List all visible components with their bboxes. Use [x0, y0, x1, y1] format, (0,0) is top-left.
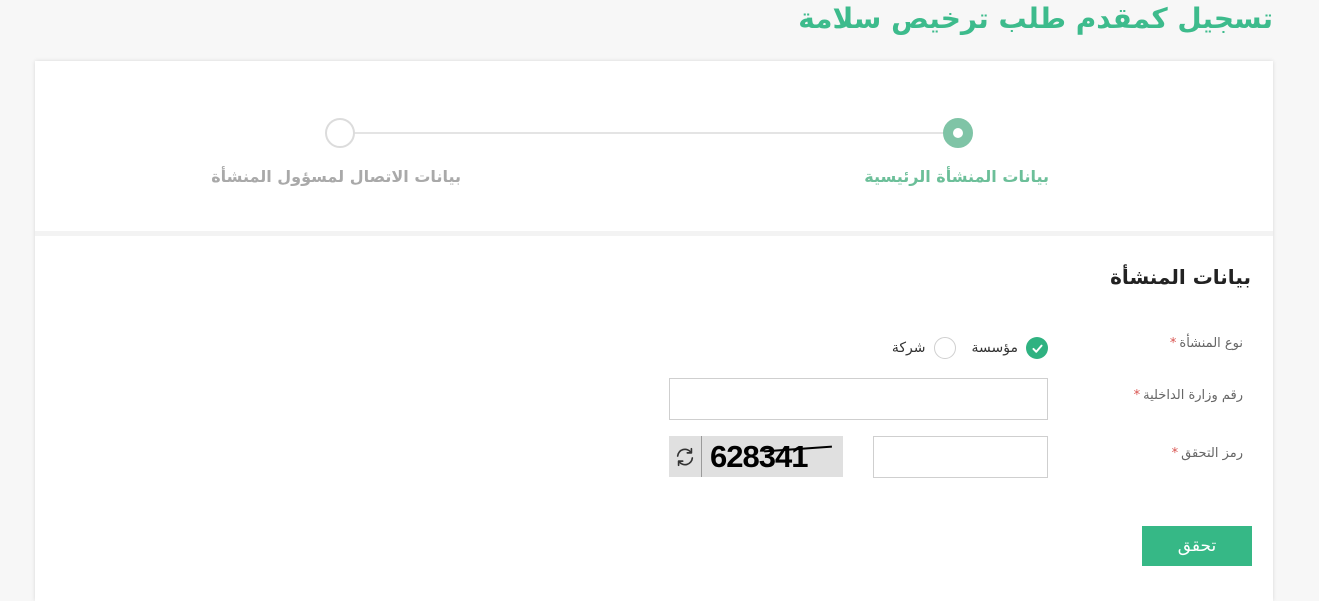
required-mark: *: [1169, 336, 1177, 351]
check-icon: [1031, 344, 1043, 353]
radio-label: شركة: [891, 340, 926, 356]
stepper: بيانات المنشأة الرئيسية بيانات الاتصال ل…: [35, 61, 1273, 236]
step-inactive-circle-icon: [325, 118, 355, 148]
facility-type-label: نوع المنشأة*: [1170, 336, 1243, 351]
radio-checked-icon[interactable]: [1026, 337, 1048, 359]
page-title: تسجيل كمقدم طلب ترخيص سلامة: [798, 2, 1273, 35]
radio-label: مؤسسة: [971, 340, 1018, 356]
radio-establishment[interactable]: مؤسسة: [972, 337, 1048, 359]
section-title: بيانات المنشأة: [1110, 265, 1251, 289]
moi-number-input[interactable]: [669, 378, 1048, 420]
facility-type-label-text: نوع المنشأة: [1179, 336, 1243, 351]
captcha-input[interactable]: [873, 436, 1048, 478]
moi-number-label: رقم وزارة الداخلية*: [1134, 388, 1243, 403]
step-active-circle-icon: [943, 118, 973, 148]
step-label: بيانات الاتصال لمسؤول المنشأة: [211, 167, 461, 186]
registration-card: بيانات المنشأة الرئيسية بيانات الاتصال ل…: [35, 61, 1273, 601]
step-label: بيانات المنشأة الرئيسية: [864, 167, 1049, 186]
radio-unchecked-icon[interactable]: [933, 337, 956, 359]
captcha-label: رمز التحقق*: [1172, 446, 1243, 461]
verify-button[interactable]: تحقق: [1142, 526, 1252, 566]
captcha-code: 628341: [702, 436, 843, 477]
facility-type-radio-group: مؤسسة شركة: [876, 337, 1048, 359]
required-mark: *: [1171, 446, 1179, 461]
moi-number-label-text: رقم وزارة الداخلية: [1143, 388, 1243, 403]
refresh-icon[interactable]: [669, 436, 702, 477]
radio-company[interactable]: شركة: [892, 337, 956, 359]
captcha-image: 628341: [669, 436, 843, 477]
stepper-connector: [341, 132, 960, 134]
captcha-label-text: رمز التحقق: [1181, 446, 1243, 461]
required-mark: *: [1133, 388, 1141, 403]
